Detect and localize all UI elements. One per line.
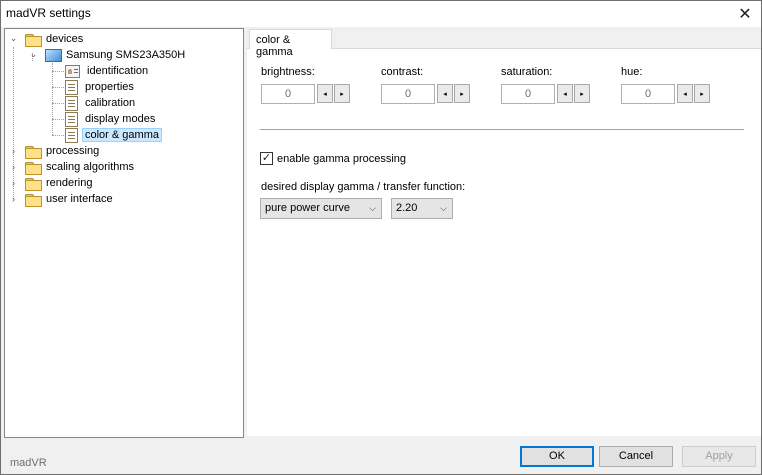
saturation-label: saturation: [501, 66, 553, 78]
tree-item-label: identification [87, 65, 149, 77]
chevron-right-icon[interactable]: › [9, 194, 18, 204]
brightness-input[interactable]: 0 [261, 84, 315, 104]
transfer-function-value: pure power curve [265, 202, 350, 214]
folder-icon [25, 161, 42, 175]
saturation-increase-button[interactable]: ▸ [574, 84, 590, 103]
hue-label: hue: [621, 66, 643, 78]
footer-brand-label: madVR [10, 457, 47, 469]
tree-line [52, 87, 64, 88]
tree-item-display-modes[interactable]: display modes [65, 111, 158, 127]
tab-color-gamma[interactable]: color & gamma [249, 29, 332, 58]
folder-icon [25, 177, 42, 191]
gamma-value: 2.20 [396, 202, 418, 214]
close-icon[interactable]: ✕ [729, 1, 761, 27]
chevron-down-icon[interactable]: ⌄ [29, 49, 38, 59]
hue-input[interactable]: 0 [621, 84, 675, 104]
desired-gamma-label: desired display gamma / transfer functio… [261, 181, 466, 193]
settings-panel [247, 48, 761, 436]
ok-button[interactable]: OK [520, 446, 594, 467]
contrast-increase-button[interactable]: ▸ [454, 84, 470, 103]
transfer-function-select[interactable]: pure power curve ⌵ [260, 198, 382, 219]
apply-button[interactable]: Apply [682, 446, 756, 467]
gamma-value-select[interactable]: 2.20 ⌵ [391, 198, 453, 219]
tree-item-label: rendering [46, 177, 93, 189]
tree-line [52, 103, 64, 104]
tree-line [52, 135, 64, 136]
chevron-down-icon: ⌵ [440, 203, 447, 213]
settings-tree[interactable]: ⌄ devices ⌄ Samsung SMS23A350H identific… [4, 28, 244, 438]
tree-item-devices[interactable]: devices [25, 31, 86, 47]
chevron-right-icon[interactable]: › [9, 178, 18, 188]
brightness-decrease-button[interactable]: ◂ [317, 84, 333, 103]
contrast-decrease-button[interactable]: ◂ [437, 84, 453, 103]
contrast-input[interactable]: 0 [381, 84, 435, 104]
enable-gamma-checkbox[interactable]: ✓ [260, 152, 273, 165]
tree-item-label: devices [46, 33, 84, 45]
enable-gamma-label[interactable]: enable gamma processing [277, 153, 406, 165]
document-icon [65, 95, 78, 111]
title-bar: madVR settings ✕ [1, 1, 761, 27]
document-icon [65, 127, 78, 143]
document-icon [65, 79, 78, 95]
tree-item-label: color & gamma [82, 128, 162, 142]
settings-window: madVR settings ✕ ⌄ devices ⌄ Samsung SMS… [0, 0, 762, 475]
brightness-label: brightness: [261, 66, 315, 78]
tree-item-identification[interactable]: identification [65, 63, 151, 79]
tree-item-properties[interactable]: properties [65, 79, 137, 95]
tree-item-label: properties [85, 81, 134, 93]
tree-item-user-interface[interactable]: user interface [25, 191, 116, 207]
document-icon [65, 111, 78, 127]
tree-item-rendering[interactable]: rendering [25, 175, 95, 191]
tree-item-processing[interactable]: processing [25, 143, 102, 159]
chevron-down-icon: ⌵ [369, 203, 376, 213]
tree-item-scaling-algorithms[interactable]: scaling algorithms [25, 159, 137, 175]
window-title: madVR settings [6, 6, 91, 20]
tree-item-calibration[interactable]: calibration [65, 95, 138, 111]
tree-line [52, 63, 53, 135]
tree-item-label: user interface [46, 193, 113, 205]
monitor-icon [45, 48, 62, 62]
folder-icon [25, 145, 42, 159]
tree-item-label: Samsung SMS23A350H [66, 49, 186, 61]
chevron-right-icon[interactable]: › [9, 162, 18, 172]
id-card-icon [65, 64, 80, 78]
folder-icon [25, 193, 42, 207]
tree-item-device[interactable]: Samsung SMS23A350H [45, 47, 188, 63]
tree-item-label: processing [46, 145, 100, 157]
saturation-input[interactable]: 0 [501, 84, 555, 104]
brightness-increase-button[interactable]: ▸ [334, 84, 350, 103]
cancel-button[interactable]: Cancel [599, 446, 673, 467]
tree-line [13, 47, 14, 199]
contrast-label: contrast: [381, 66, 424, 78]
tree-item-label: calibration [85, 97, 136, 109]
chevron-right-icon[interactable]: › [9, 146, 18, 156]
tree-item-color-gamma[interactable]: color & gamma [65, 127, 162, 143]
folder-icon [25, 33, 42, 47]
divider [260, 129, 744, 130]
tree-item-label: display modes [85, 113, 156, 125]
tree-line [52, 119, 64, 120]
tree-item-label: scaling algorithms [46, 161, 135, 173]
chevron-down-icon[interactable]: ⌄ [9, 33, 18, 43]
hue-increase-button[interactable]: ▸ [694, 84, 710, 103]
tree-line [52, 71, 64, 72]
saturation-decrease-button[interactable]: ◂ [557, 84, 573, 103]
hue-decrease-button[interactable]: ◂ [677, 84, 693, 103]
